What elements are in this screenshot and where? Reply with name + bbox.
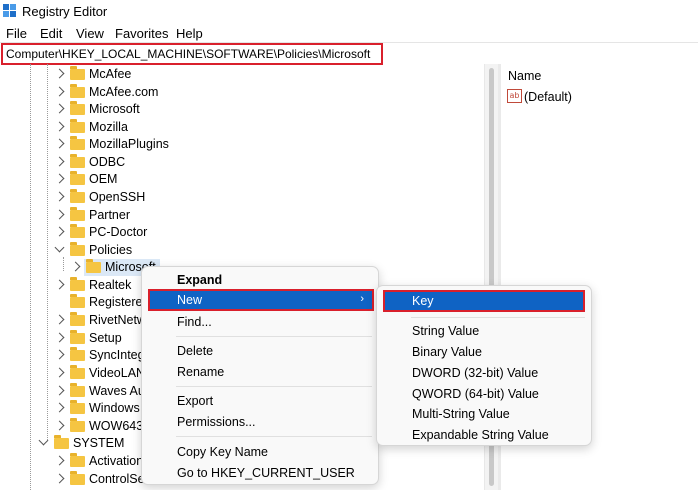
- folder-icon: [70, 383, 85, 397]
- folder-icon: [70, 365, 85, 379]
- folder-icon: [54, 435, 69, 449]
- string-value-icon: ab: [507, 89, 522, 103]
- folder-icon: [86, 259, 101, 273]
- chevron-right-icon[interactable]: [54, 226, 65, 237]
- folder-icon: [70, 242, 85, 256]
- chevron-right-icon[interactable]: [54, 103, 65, 114]
- menu-favorites[interactable]: Favorites: [115, 26, 168, 41]
- folder-icon: [70, 330, 85, 344]
- menu-help[interactable]: Help: [176, 26, 203, 41]
- folder-icon: [70, 84, 85, 98]
- chevron-right-icon: ›: [360, 293, 364, 305]
- folder-icon: [70, 136, 85, 150]
- menu-file[interactable]: File: [6, 26, 27, 41]
- chevron-right-icon[interactable]: [54, 173, 65, 184]
- chevron-right-icon[interactable]: [54, 349, 65, 360]
- menu-item-copy-key-name[interactable]: Copy Key Name: [142, 442, 378, 463]
- submenu-item-dword-value[interactable]: DWORD (32-bit) Value: [377, 363, 591, 384]
- chevron-right-icon[interactable]: [54, 455, 65, 466]
- context-menu: Expand New › Find... Delete Rename Expor…: [141, 266, 379, 485]
- chevron-right-icon[interactable]: [54, 68, 65, 79]
- folder-icon: [70, 347, 85, 361]
- folder-icon: [70, 312, 85, 326]
- folder-icon: [70, 453, 85, 467]
- chevron-right-icon[interactable]: [54, 385, 65, 396]
- chevron-right-icon[interactable]: [54, 402, 65, 413]
- chevron-right-icon[interactable]: [54, 156, 65, 167]
- menu-separator: [176, 336, 372, 337]
- menu-view[interactable]: View: [76, 26, 104, 41]
- chevron-right-icon[interactable]: [54, 279, 65, 290]
- folder-icon: [70, 400, 85, 414]
- menu-edit[interactable]: Edit: [40, 26, 62, 41]
- submenu-item-key[interactable]: Key: [383, 290, 585, 312]
- chevron-right-icon[interactable]: [54, 332, 65, 343]
- folder-icon: [70, 189, 85, 203]
- chevron-right-icon[interactable]: [54, 314, 65, 325]
- chevron-right-icon[interactable]: [54, 191, 65, 202]
- address-path[interactable]: Computer\HKEY_LOCAL_MACHINE\SOFTWARE\Pol…: [6, 47, 370, 61]
- value-name: (Default): [524, 90, 572, 104]
- folder-icon: [70, 66, 85, 80]
- chevron-right-icon[interactable]: [54, 420, 65, 431]
- menu-separator: [176, 436, 372, 437]
- submenu-item-multi-string-value[interactable]: Multi-String Value: [377, 404, 591, 425]
- folder-icon: [70, 171, 85, 185]
- menu-item-go-to-hkcu[interactable]: Go to HKEY_CURRENT_USER: [142, 463, 378, 484]
- submenu-item-qword-value[interactable]: QWORD (64-bit) Value: [377, 384, 591, 405]
- folder-icon: [70, 418, 85, 432]
- submenu-item-expandable-string-value[interactable]: Expandable String Value: [377, 425, 591, 446]
- menu-separator: [176, 386, 372, 387]
- menu-item-rename[interactable]: Rename: [142, 362, 378, 383]
- folder-icon: [70, 294, 85, 308]
- menu-item-delete[interactable]: Delete: [142, 341, 378, 362]
- chevron-right-icon[interactable]: [54, 138, 65, 149]
- menu-item-new[interactable]: New ›: [148, 289, 374, 311]
- submenu-item-binary-value[interactable]: Binary Value: [377, 342, 591, 363]
- folder-icon: [70, 224, 85, 238]
- menu-item-find[interactable]: Find...: [142, 312, 378, 333]
- chevron-right-icon[interactable]: [54, 367, 65, 378]
- folder-icon: [70, 154, 85, 168]
- submenu-item-string-value[interactable]: String Value: [377, 321, 591, 342]
- folder-icon: [70, 207, 85, 221]
- menu-item-export[interactable]: Export: [142, 391, 378, 412]
- title-bar: Registry Editor: [0, 0, 698, 24]
- chevron-right-icon[interactable]: [54, 209, 65, 220]
- column-header-name[interactable]: Name: [508, 69, 541, 83]
- new-submenu: Key String Value Binary Value DWORD (32-…: [376, 285, 592, 446]
- chevron-down-icon[interactable]: [54, 242, 65, 253]
- folder-icon: [70, 119, 85, 133]
- chevron-right-icon[interactable]: [54, 86, 65, 97]
- menu-bar: File Edit View Favorites Help: [0, 24, 698, 42]
- menu-item-expand[interactable]: Expand: [142, 270, 378, 291]
- folder-icon: [70, 101, 85, 115]
- folder-icon: [70, 277, 85, 291]
- chevron-right-icon[interactable]: [70, 261, 81, 272]
- registry-icon: [3, 4, 17, 18]
- menu-item-permissions[interactable]: Permissions...: [142, 412, 378, 433]
- menu-separator: [411, 317, 585, 318]
- address-bar[interactable]: Computer\HKEY_LOCAL_MACHINE\SOFTWARE\Pol…: [0, 42, 698, 65]
- chevron-right-icon[interactable]: [54, 473, 65, 484]
- folder-icon: [70, 471, 85, 485]
- chevron-right-icon[interactable]: [54, 121, 65, 132]
- window-title: Registry Editor: [22, 4, 108, 19]
